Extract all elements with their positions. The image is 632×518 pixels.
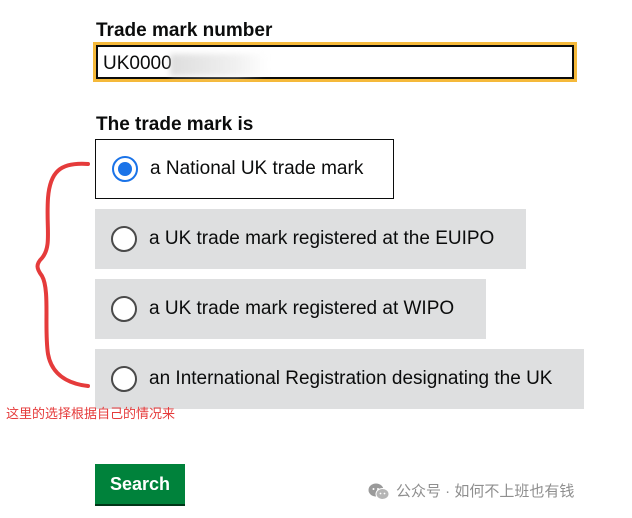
radio-button[interactable] [111, 366, 137, 392]
red-bracket-annotation [35, 161, 90, 388]
watermark: 公众号 · 如何不上班也有钱 [368, 482, 574, 502]
radio-option-euipo[interactable]: a UK trade mark registered at the EUIPO [95, 209, 526, 269]
watermark-text: 公众号 · 如何不上班也有钱 [396, 483, 575, 500]
radio-button[interactable] [111, 296, 137, 322]
radio-button[interactable] [111, 226, 137, 252]
radio-option-label: a National UK trade mark [150, 158, 364, 179]
trade-mark-type-legend: The trade mark is [96, 114, 254, 135]
radio-button-selected[interactable] [112, 156, 138, 182]
trade-mark-number-input[interactable]: UK0000 [93, 42, 577, 82]
trade-mark-search-page: Trade mark number UK0000 The trade mark … [0, 0, 632, 518]
radio-option-international[interactable]: an International Registration designatin… [95, 349, 584, 409]
trade-mark-number-value: UK0000 [103, 53, 172, 74]
redaction-blur [170, 54, 266, 76]
radio-option-wipo[interactable]: a UK trade mark registered at WIPO [95, 279, 486, 339]
radio-option-label: a UK trade mark registered at the EUIPO [149, 228, 495, 249]
search-button[interactable]: Search [95, 464, 185, 504]
radio-option-label: a UK trade mark registered at WIPO [149, 298, 455, 319]
trade-mark-number-label: Trade mark number [96, 20, 273, 41]
selection-note: 这里的选择根据自己的情况来 [6, 406, 176, 421]
wechat-icon [368, 483, 390, 500]
radio-option-national-uk[interactable]: a National UK trade mark [95, 139, 394, 199]
radio-option-label: an International Registration designatin… [149, 368, 553, 389]
